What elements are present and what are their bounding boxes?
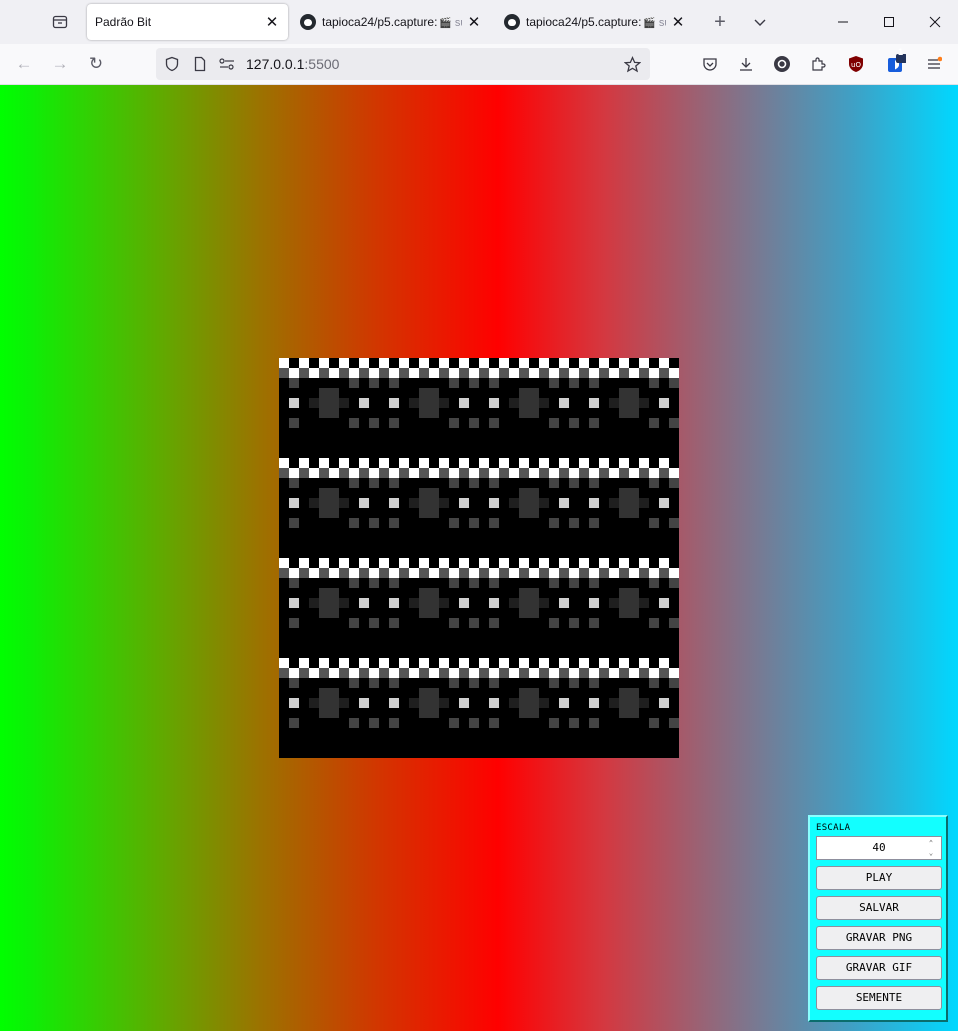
forward-button[interactable]: → (46, 50, 74, 78)
account-button[interactable] (770, 52, 794, 76)
pocket-button[interactable] (698, 52, 722, 76)
hamburger-menu-icon (928, 56, 942, 69)
record-png-button[interactable]: GRAVAR PNG (816, 926, 942, 950)
arrow-left-icon: ← (15, 54, 33, 73)
tab-padrao-bit[interactable]: Padrão Bit ✕ (87, 4, 288, 40)
maximize-icon (884, 17, 894, 27)
reload-button[interactable]: ↻ (82, 50, 110, 78)
navigation-toolbar: ← → ↻ 127.0.0.1:5500 uO 1 (0, 44, 958, 85)
close-icon (929, 16, 941, 28)
bitwarden-shield-icon (888, 54, 906, 72)
pocket-icon (703, 58, 717, 71)
back-button[interactable]: ← (10, 50, 38, 78)
close-window-button[interactable] (912, 0, 958, 44)
clapperboard-icon: 🎬 (643, 18, 656, 29)
tab-title-group: tapioca24/p5.capture:🎬su (322, 15, 462, 29)
chevron-down-icon (754, 19, 766, 26)
permissions-icon (219, 58, 234, 70)
svg-text:uO: uO (851, 61, 861, 69)
downloads-button[interactable] (734, 52, 758, 76)
github-icon (300, 14, 316, 30)
new-tab-button[interactable]: + (706, 6, 734, 38)
clapperboard-icon: 🎬 (439, 18, 452, 29)
pattern-canvas[interactable] (279, 358, 679, 758)
firefox-view-button[interactable] (44, 6, 76, 38)
maximize-button[interactable] (866, 0, 912, 44)
minimize-icon (838, 21, 848, 23)
arrow-right-icon: → (51, 54, 69, 73)
minimize-button[interactable] (820, 0, 866, 44)
play-button[interactable]: PLAY (816, 866, 942, 890)
spinner-arrows-icon[interactable]: ⌃ ⌄ (925, 838, 937, 858)
url-port: :5500 (304, 56, 340, 72)
url-text: 127.0.0.1:5500 (246, 56, 339, 72)
extension-badge: 1 (898, 47, 904, 57)
ublock-button[interactable]: uO (844, 52, 868, 76)
page-content: ESCALA 40 ⌃ ⌄ PLAY SALVAR GRAVAR PNG GRAV… (0, 85, 958, 1031)
page-icon (194, 56, 206, 72)
tab-subtitle: su (454, 17, 462, 29)
scale-input[interactable]: 40 ⌃ ⌄ (816, 836, 942, 860)
scale-label: ESCALA (816, 823, 851, 833)
firefox-view-icon (52, 15, 68, 29)
reload-icon: ↻ (88, 54, 104, 73)
tab-p5-capture-2[interactable]: tapioca24/p5.capture:🎬su ✕ (498, 4, 694, 40)
save-button[interactable]: SALVAR (816, 896, 942, 920)
scale-value: 40 (872, 841, 886, 854)
extensions-button[interactable] (806, 52, 830, 76)
list-all-tabs-button[interactable] (746, 6, 774, 38)
tab-title: tapioca24/p5.capture: (526, 15, 642, 29)
bookmark-star-icon[interactable] (624, 56, 641, 73)
tab-p5-capture-1[interactable]: tapioca24/p5.capture:🎬su ✕ (294, 4, 490, 40)
plus-icon: + (714, 10, 726, 33)
tab-subtitle: su (658, 17, 666, 29)
close-tab-icon[interactable]: ✕ (462, 10, 486, 34)
close-tab-icon[interactable]: ✕ (260, 10, 284, 34)
controls-panel: ESCALA 40 ⌃ ⌄ PLAY SALVAR GRAVAR PNG GRAV… (808, 815, 948, 1022)
shield-icon (165, 56, 179, 72)
ublock-shield-icon: uO (849, 56, 863, 72)
tab-title-group: tapioca24/p5.capture:🎬su (526, 15, 666, 29)
close-tab-icon[interactable]: ✕ (666, 10, 690, 34)
seed-button[interactable]: SEMENTE (816, 986, 942, 1010)
account-icon (774, 56, 790, 72)
tab-title: Padrão Bit (95, 15, 152, 29)
download-icon (740, 58, 752, 71)
bitwarden-button[interactable]: 1 (884, 47, 908, 76)
tab-bar: Padrão Bit ✕ tapioca24/p5.capture:🎬su ✕ … (0, 0, 958, 44)
tab-title: tapioca24/p5.capture: (322, 15, 438, 29)
puzzle-icon (812, 57, 826, 71)
github-icon (504, 14, 520, 30)
record-gif-button[interactable]: GRAVAR GIF (816, 956, 942, 980)
url-host: 127.0.0.1 (246, 56, 305, 72)
address-bar[interactable]: 127.0.0.1:5500 (156, 48, 650, 80)
app-menu-button[interactable] (922, 52, 946, 76)
